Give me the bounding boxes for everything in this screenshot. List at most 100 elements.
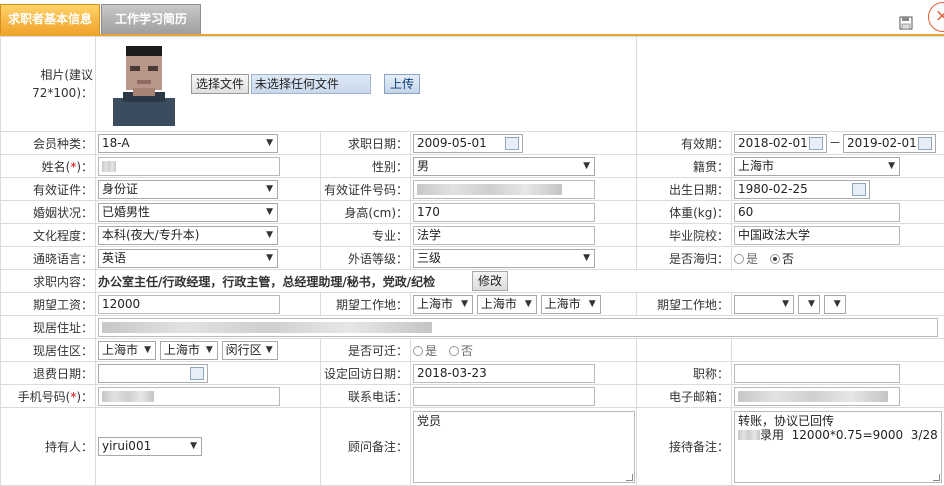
- modify-job-content-button[interactable]: 修改: [472, 271, 509, 291]
- validity-separator: －: [829, 135, 842, 150]
- major-label: 专业：: [320, 223, 411, 247]
- save-icon[interactable]: [899, 16, 913, 30]
- birth-date-input[interactable]: 1980-02-25: [734, 179, 871, 199]
- phone-input[interactable]: [413, 386, 595, 406]
- gender-label: 性别：: [320, 154, 411, 178]
- id-type-label: 有效证件：: [0, 177, 96, 201]
- apply-date-input[interactable]: 2009-05-01: [413, 133, 523, 153]
- calendar-icon[interactable]: [918, 136, 933, 150]
- work-place-select-6[interactable]: ▼: [823, 294, 846, 314]
- resize-grip-icon[interactable]: [933, 473, 941, 481]
- revisit-date-label: 设定回访日期：: [320, 361, 411, 385]
- name-input[interactable]: [98, 156, 280, 176]
- relocate-yes-radio[interactable]: [413, 346, 423, 356]
- overseas-yes-radio[interactable]: [734, 254, 745, 264]
- tab-basic-info[interactable]: 求职者基本信息: [0, 4, 100, 35]
- salary-input[interactable]: 12000: [98, 294, 280, 314]
- id-type-select[interactable]: 身份证 ▼: [98, 179, 278, 199]
- mobile-label: 手机号码(*)：: [0, 384, 96, 408]
- overseas-yes-label: 是: [746, 251, 759, 266]
- apply-date-label: 求职日期：: [320, 131, 411, 155]
- weight-input[interactable]: 60: [734, 202, 901, 222]
- native-place-select[interactable]: 上海市 ▼: [734, 156, 901, 176]
- residence-province-select[interactable]: 上海市 ▼: [98, 340, 156, 360]
- applicant-photo: [109, 40, 179, 126]
- relocate-no-radio[interactable]: [448, 346, 459, 356]
- photo-label: 相片(建议72*100)：: [0, 36, 96, 132]
- language-level-select[interactable]: 三级 ▼: [413, 248, 595, 268]
- overseas-no-radio[interactable]: [769, 254, 780, 264]
- validity-label: 有效期：: [636, 131, 733, 155]
- education-label: 文化程度：: [0, 223, 96, 247]
- calendar-icon[interactable]: [190, 366, 204, 380]
- chosen-file-name: 未选择任何文件: [251, 74, 371, 94]
- photo-cell-empty: [636, 36, 944, 132]
- reception-note-line-1: 转账，协议已回传: [738, 413, 835, 428]
- education-select[interactable]: 本科(夜大/专升本) ▼: [98, 225, 278, 245]
- calendar-icon[interactable]: [852, 182, 867, 196]
- work-place-label: 期望工作地：: [320, 292, 411, 316]
- tab-work-study-resume[interactable]: 工作学习简历: [101, 4, 201, 35]
- calendar-icon[interactable]: [505, 136, 519, 150]
- native-place-label: 籍贯：: [636, 154, 733, 178]
- refund-date-input[interactable]: [98, 363, 208, 383]
- work-place-select-4[interactable]: ▼: [734, 294, 795, 314]
- address-label: 现居住址：: [0, 315, 96, 339]
- upload-button[interactable]: 上传: [384, 74, 420, 94]
- language-select[interactable]: 英语 ▼: [98, 248, 278, 268]
- job-content-text: 办公室主任/行政经理，行政主管，总经理助理/秘书，党政/纪检: [98, 274, 436, 289]
- close-icon[interactable]: ×: [928, 2, 944, 32]
- relocate-radio-group: 是 否: [409, 338, 638, 362]
- residence-city-select[interactable]: 上海市 ▼: [159, 340, 218, 360]
- school-label: 毕业院校：: [636, 223, 733, 247]
- validity-to-input[interactable]: 2019-02-01: [843, 133, 937, 153]
- work-place-label-2: 期望工作地：: [636, 292, 733, 316]
- email-label: 电子邮箱：: [636, 384, 733, 408]
- phone-label: 联系电话：: [320, 384, 411, 408]
- address-input[interactable]: [98, 317, 938, 337]
- validity-from-input[interactable]: 2018-02-01: [734, 133, 828, 153]
- residence-area-label: 现居住区：: [0, 338, 96, 362]
- birth-date-label: 出生日期：: [636, 177, 733, 201]
- name-label: 姓名(*)：: [0, 154, 96, 178]
- choose-file-button[interactable]: 选择文件: [191, 74, 250, 94]
- tab-bar: 求职者基本信息 工作学习简历 ×: [0, 0, 944, 36]
- job-title-input[interactable]: [734, 363, 901, 383]
- school-input[interactable]: 中国政法大学: [734, 225, 901, 245]
- language-label: 通晓语言：: [0, 246, 96, 270]
- advisor-note-label: 顾问备注：: [320, 407, 411, 486]
- reception-note-textarea[interactable]: 转账，协议已回传 录用 12000*0.75=9000 3/28: [734, 410, 943, 483]
- weight-label: 体重(kg)：: [636, 200, 733, 224]
- overseas-radio-group: 是 否: [731, 246, 944, 270]
- height-label: 身高(cm)：: [320, 200, 411, 224]
- advisor-note-textarea[interactable]: 党员: [413, 410, 635, 483]
- height-input[interactable]: 170: [413, 202, 595, 222]
- work-place-select-2[interactable]: 上海市 ▼: [476, 294, 537, 314]
- language-level-label: 外语等级：: [320, 246, 411, 270]
- salary-label: 期望工资：: [0, 292, 96, 316]
- work-place-select-1[interactable]: 上海市 ▼: [413, 294, 473, 314]
- marital-select[interactable]: 已婚男性 ▼: [98, 202, 278, 222]
- marital-label: 婚姻状况：: [0, 200, 96, 224]
- member-type-label: 会员种类：: [0, 131, 96, 155]
- work-place-select-5[interactable]: ▼: [797, 294, 820, 314]
- calendar-icon[interactable]: [809, 136, 824, 150]
- residence-district-select[interactable]: 闵行区 ▼: [221, 340, 278, 360]
- id-number-input[interactable]: [413, 179, 595, 199]
- member-type-select[interactable]: 18-A ▼: [98, 133, 278, 153]
- mobile-input[interactable]: [98, 386, 280, 406]
- resize-grip-icon[interactable]: [626, 473, 633, 481]
- email-input[interactable]: [734, 386, 901, 406]
- overseas-no-label: 否: [781, 251, 794, 266]
- major-input[interactable]: 法学: [413, 225, 595, 245]
- refund-date-label: 退费日期：: [0, 361, 96, 385]
- revisit-date-input[interactable]: 2018-03-23: [413, 363, 595, 383]
- holder-label: 持有人：: [0, 407, 96, 486]
- work-place-select-3[interactable]: 上海市 ▼: [540, 294, 601, 314]
- gender-select[interactable]: 男 ▼: [413, 156, 595, 176]
- id-number-label: 有效证件号码：: [320, 177, 411, 201]
- job-title-label: 职称：: [636, 361, 733, 385]
- overseas-label: 是否海归：: [636, 246, 733, 270]
- holder-select[interactable]: yirui001 ▼: [98, 437, 202, 456]
- relocate-no-label: 否: [460, 343, 473, 358]
